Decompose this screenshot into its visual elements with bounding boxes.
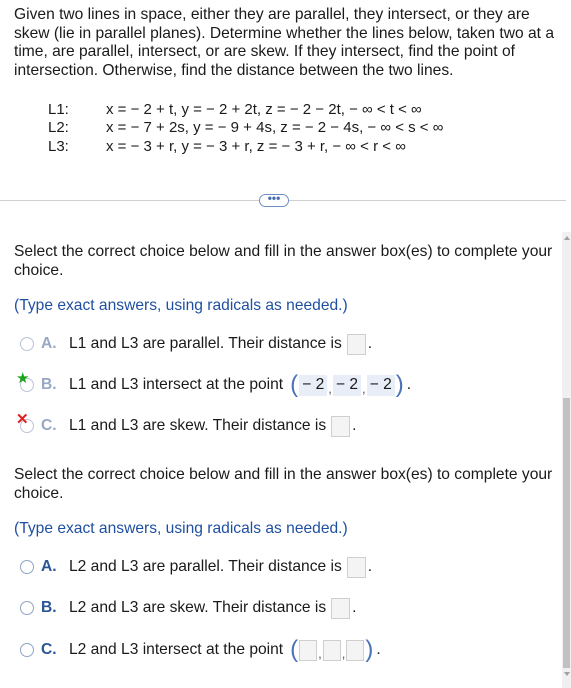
period: .: [406, 376, 412, 393]
question-2-hint: (Type exact answers, using radicals as n…: [14, 520, 348, 537]
radio-button[interactable]: ★: [16, 371, 34, 392]
line-label: L3:: [48, 137, 69, 155]
period: .: [352, 417, 357, 434]
line-equations: L1: x = − 2 + t, y = − 2 + 2t, z = − 2 −…: [48, 101, 443, 156]
radio-button[interactable]: [20, 601, 34, 615]
close-paren: ): [365, 636, 374, 663]
question-1-prompt: Select the correct choice below and fill…: [14, 243, 553, 279]
q1-choice-a[interactable]: A. L1 and L3 are parallel. Their distanc…: [20, 332, 372, 356]
problem-statement: Given two lines in space, either they ar…: [14, 6, 554, 79]
radio-button[interactable]: [20, 337, 34, 351]
coordinate-x-box[interactable]: [299, 639, 318, 661]
coordinate-x-box[interactable]: − 2: [299, 374, 328, 396]
comma: ,: [362, 381, 366, 396]
comma: ,: [328, 381, 332, 396]
line-equation: x = − 2 + t, y = − 2 + 2t, z = − 2 − 2t,…: [106, 101, 422, 118]
choice-text: L1 and L3 are parallel. Their distance i…: [69, 335, 342, 352]
more-button[interactable]: •••: [259, 192, 289, 207]
choice-letter: B.: [41, 376, 57, 393]
q2-choice-c[interactable]: C. L2 and L3 intersect at the point ( , …: [20, 638, 381, 662]
choice-letter: A.: [41, 335, 57, 352]
period: .: [367, 558, 373, 575]
x-icon: ✕: [16, 411, 29, 428]
radio-button[interactable]: [20, 643, 34, 657]
star-icon: ★: [16, 370, 30, 387]
answer-box[interactable]: [331, 597, 351, 619]
comma: ,: [341, 646, 346, 661]
line-equation: x = − 3 + r, y = − 3 + r, z = − 3 + r, −…: [106, 137, 406, 155]
line-label: L1:: [48, 101, 69, 118]
open-paren: (: [290, 371, 299, 398]
scroll-down-icon[interactable]: [564, 672, 570, 676]
choice-text: L2 and L3 are skew. Their distance is: [69, 599, 327, 616]
choice-letter: C.: [41, 641, 57, 658]
q1-choice-c[interactable]: ✕ C. L1 and L3 are skew. Their distance …: [16, 412, 357, 438]
period: .: [376, 641, 381, 658]
line-l3: L3: x = − 3 + r, y = − 3 + r, z = − 3 + …: [48, 138, 443, 156]
period: .: [367, 335, 373, 352]
choice-text: L1 and L3 are skew. Their distance is: [69, 417, 327, 434]
q2-choice-b[interactable]: B. L2 and L3 are skew. Their distance is…: [20, 596, 357, 620]
coordinate-z-box[interactable]: − 2: [366, 374, 395, 396]
question-1-hint: (Type exact answers, using radicals as n…: [14, 297, 348, 314]
coordinate-y-box[interactable]: − 2: [332, 374, 362, 396]
point-answer: ( − 2 , − 2 , − 2 ): [289, 371, 405, 398]
scrollbar-thumb[interactable]: [563, 398, 570, 668]
radio-button[interactable]: [20, 560, 34, 574]
q2-choice-a[interactable]: A. L2 and L3 are parallel. Their distanc…: [20, 555, 372, 579]
point-answer: ( , , ): [289, 636, 374, 663]
choice-text: L2 and L3 are parallel. Their distance i…: [69, 558, 342, 575]
period: .: [352, 599, 357, 616]
scroll-up-icon[interactable]: [564, 236, 570, 240]
choice-text: L2 and L3 intersect at the point: [69, 641, 284, 658]
answer-box[interactable]: [346, 333, 366, 355]
answer-box[interactable]: [331, 415, 351, 437]
coordinate-z-box[interactable]: [346, 639, 365, 661]
line-equation: x = − 7 + 2s, y = − 9 + 4s, z = − 2 − 4s…: [106, 119, 444, 137]
close-paren: ): [395, 371, 404, 398]
comma: ,: [318, 646, 322, 661]
line-label: L2:: [48, 119, 69, 137]
radio-button[interactable]: ✕: [16, 412, 34, 433]
line-l1: L1: x = − 2 + t, y = − 2 + 2t, z = − 2 −…: [48, 101, 443, 119]
line-l2: L2: x = − 7 + 2s, y = − 9 + 4s, z = − 2 …: [48, 119, 443, 137]
open-paren: (: [290, 636, 299, 663]
choice-letter: B.: [41, 599, 57, 616]
choice-text: L1 and L3 intersect at the point: [69, 376, 284, 393]
answer-box[interactable]: [346, 556, 366, 578]
question-2-prompt: Select the correct choice below and fill…: [14, 466, 553, 502]
coordinate-y-box[interactable]: [322, 639, 341, 661]
q1-choice-b[interactable]: ★ B. L1 and L3 intersect at the point ( …: [16, 371, 412, 398]
choice-letter: C.: [41, 417, 57, 434]
choice-letter: A.: [41, 558, 57, 575]
